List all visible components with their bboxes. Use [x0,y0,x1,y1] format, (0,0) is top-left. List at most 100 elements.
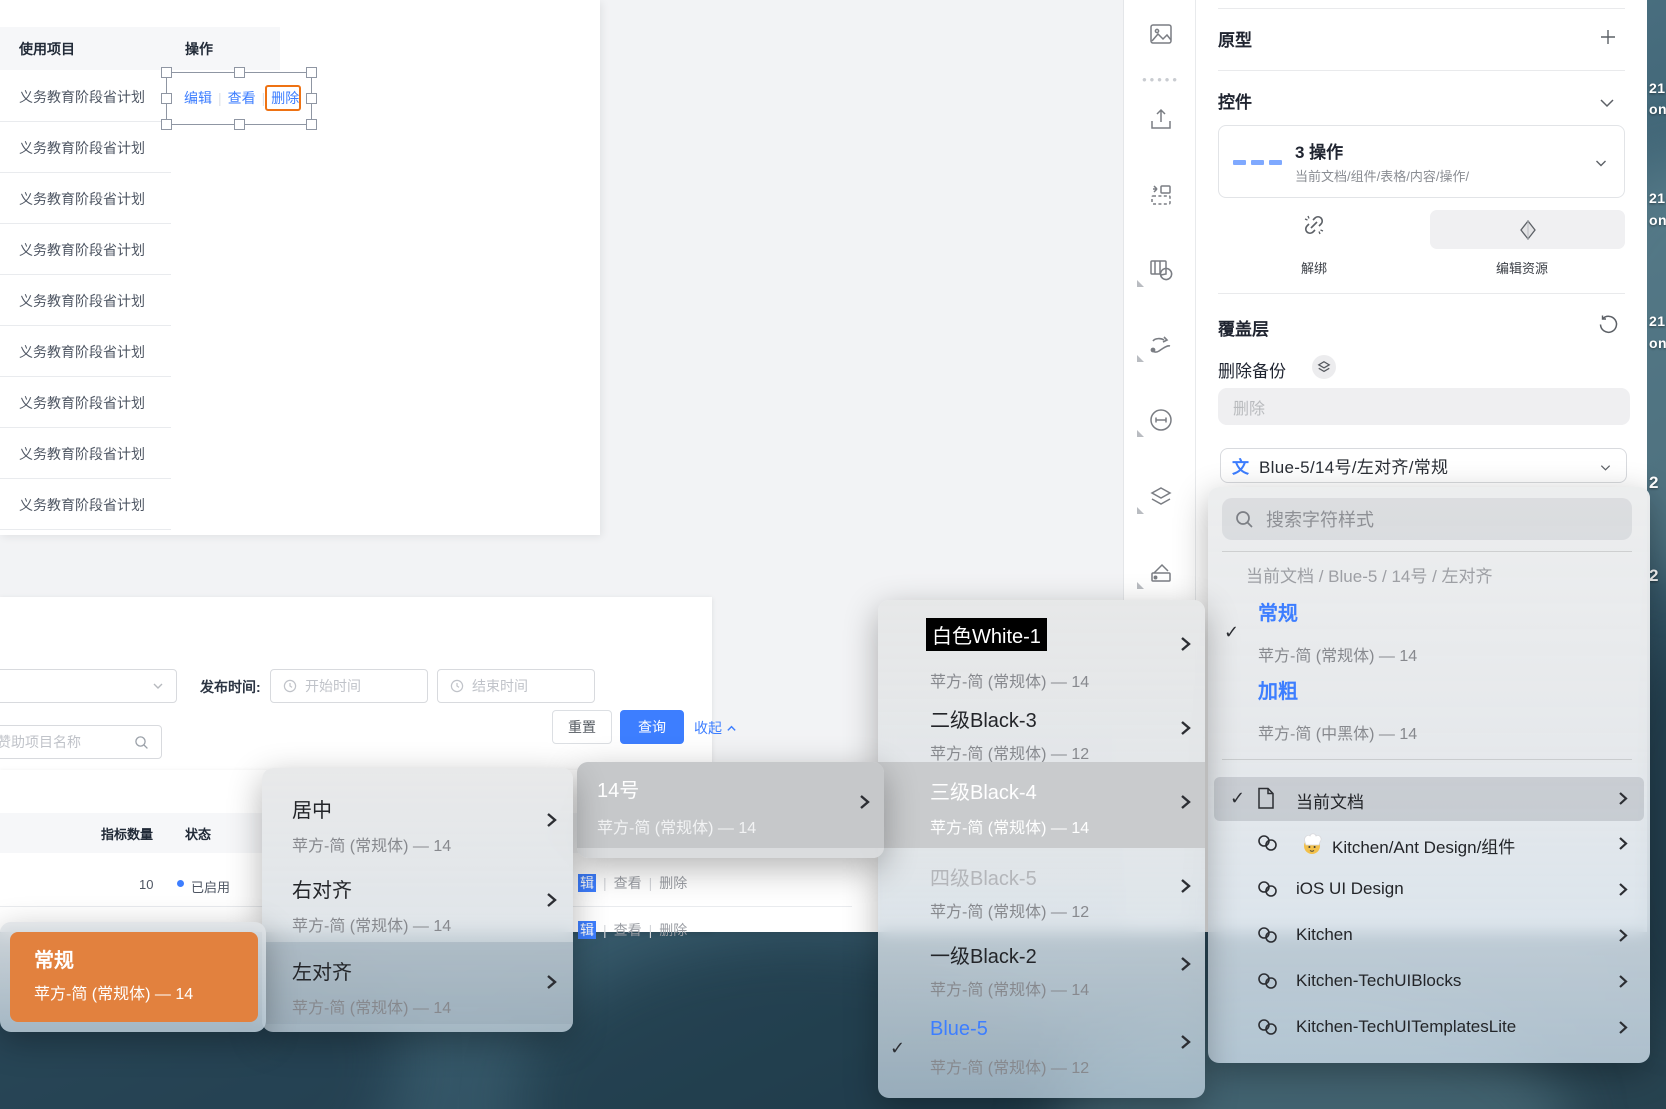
selection-handle[interactable] [234,119,245,130]
selection-handle[interactable] [161,93,172,104]
selection-rect[interactable] [166,72,312,125]
cell-project: 义务教育阶段省计划 [19,444,145,464]
filter-select[interactable] [0,669,177,703]
palette-tool[interactable] [1146,557,1176,587]
delete-backup-input[interactable]: 删除 [1218,388,1630,425]
controls-collapse-icon[interactable] [1598,94,1616,112]
chevron-right-icon [1177,792,1193,812]
menu-item-white-1[interactable]: 白色White-1 苹方-简 (常规体) — 14 [878,610,1205,687]
end-time-input[interactable]: 结束时间 [437,669,595,703]
library-item-ios-ui-design[interactable]: iOS UI Design [1214,868,1644,912]
delete-link[interactable]: 删除 [659,922,687,938]
table-row: 义务教育阶段省计划 [0,427,280,478]
slice-tool[interactable] [1146,180,1176,210]
add-prototype-icon[interactable] [1598,27,1618,47]
menu-item-14[interactable]: 14号 苹方-简 (常规体) — 14 [577,762,884,848]
style-search-input[interactable]: 搜索字符样式 [1222,498,1632,540]
selection-handle[interactable] [306,119,317,130]
menu-item-right[interactable]: 右对齐 苹方-简 (常规体) — 14 [262,860,573,942]
image-tool[interactable] [1146,19,1176,49]
menu-item-sub: 苹方-简 (常规体) — 14 [292,912,451,936]
publish-time-label: 发布时间: [200,677,261,697]
table-row: 义务教育阶段省计划 [0,376,280,427]
selected-text-char: 辑 [578,921,596,939]
chevron-right-icon [543,810,559,830]
menu-item-blue-5[interactable]: ✓ Blue-5 苹方-简 (常规体) — 12 [878,1010,1205,1087]
chevron-down-icon [152,680,164,692]
project-name-input[interactable]: 赞助项目名称 [0,725,162,759]
menu-item-center[interactable]: 居中 苹方-简 (常规体) — 14 [262,780,573,862]
menu-item-black-5[interactable]: 四级Black-5 苹方-简 (常规体) — 12 [878,854,1205,931]
menu-item-title: 四级Black-5 [930,862,1037,891]
edit-resource-button[interactable] [1430,210,1625,249]
desktop-text-fragment: on [1649,212,1666,228]
color-style-menu: 白色White-1 苹方-简 (常规体) — 14 二级Black-3 苹方-简… [878,600,1205,1098]
table-header-row: 使用项目 操作 [0,27,280,70]
unbind-label: 解绑 [1301,258,1327,277]
menu-item-title: 居中 [292,794,332,823]
reset-button[interactable]: 重置 [552,710,612,744]
query-button[interactable]: 查询 [620,710,684,744]
style-option-sub: 苹方-简 (中黑体) — 14 [1258,720,1417,744]
chart-component-tool[interactable] [1146,255,1176,285]
start-time-input[interactable]: 开始时间 [270,669,428,703]
text-align-menu: 居中 苹方-简 (常规体) — 14 右对齐 苹方-简 (常规体) — 14 左… [262,768,573,1032]
desktop-text-fragment: on [1649,101,1666,117]
collapse-link[interactable]: 收起 [694,718,737,738]
component-title: 3 操作 [1295,138,1343,163]
chevron-right-icon [1177,954,1193,974]
layers-tool[interactable] [1146,482,1176,512]
selection-handle[interactable] [161,119,172,130]
library-item-kitchen-techuiblocks[interactable]: Kitchen-TechUIBlocks [1214,960,1644,1004]
library-item-kitchen[interactable]: Kitchen [1214,914,1644,958]
cell-project: 义务教育阶段省计划 [19,291,145,311]
layers-badge-icon[interactable] [1312,355,1336,379]
view-link[interactable]: 查看 [614,922,642,938]
library-item-kitchen-ant-design[interactable]: Kitchen/Ant Design/组件 [1214,822,1644,866]
selection-handle[interactable] [161,67,172,78]
text-style-select[interactable]: 文 Blue-5/14号/左对齐/常规 [1220,448,1627,483]
library-label: Kitchen/Ant Design/组件 [1332,833,1515,858]
view-link[interactable]: 查看 [614,875,642,891]
reset-icon[interactable] [1596,313,1620,337]
menu-item-sub: 苹方-简 (常规体) — 14 [597,814,756,838]
column-header-count: 指标数量 [101,824,153,843]
selection-handle[interactable] [234,67,245,78]
delete-backup-label: 删除备份 [1218,357,1286,382]
component-card[interactable]: 3 操作 当前文档/组件/表格/内容/操作/ [1218,125,1625,198]
menu-item-black-2[interactable]: 一级Black-2 苹方-简 (常规体) — 14 [878,932,1205,1009]
link-icon [1256,832,1280,854]
library-item-current-document[interactable]: ✓ 当前文档 [1214,777,1644,821]
menu-item-regular-selected[interactable]: 常规 苹方-简 (常规体) — 14 [10,932,258,1022]
desktop-text-fragment: 2 [1649,473,1659,493]
unbind-icon[interactable] [1301,212,1327,238]
selection-handle[interactable] [306,93,317,104]
chevron-right-icon [856,792,872,812]
cell-project: 义务教育阶段省计划 [19,189,145,209]
delete-link[interactable]: 删除 [659,875,687,891]
column-header-project: 使用项目 [19,39,169,59]
chevron-right-icon [1177,634,1193,654]
selection-handle[interactable] [306,67,317,78]
diamond-icon [1517,219,1539,241]
text-width-tool[interactable] [1146,405,1176,435]
selected-text-char: 辑 [578,874,596,892]
connector-tool[interactable] [1146,330,1176,360]
menu-item-sub: 苹方-简 (常规体) — 12 [930,1054,1089,1078]
library-item-kitchen-techuitemplateslite[interactable]: Kitchen-TechUITemplatesLite [1214,1006,1644,1050]
more-tools-handle[interactable]: ••••• [1146,64,1176,94]
menu-item-black-4[interactable]: 三级Black-4 苹方-简 (常规体) — 14 [878,762,1205,848]
chevron-down-icon [1594,156,1608,170]
row-action-links: 辑|查看|删除 [578,873,687,893]
submenu-indicator [1137,430,1144,437]
overlay-section-title: 覆盖层 [1218,315,1269,340]
end-time-placeholder: 结束时间 [472,676,528,696]
menu-item-sub: 苹方-简 (常规体) — 12 [930,740,1089,764]
menu-item-left[interactable]: 左对齐 苹方-简 (常规体) — 14 [262,942,573,1024]
export-tool[interactable] [1146,105,1176,135]
menu-item-title: 三级Black-4 [930,776,1037,805]
cell-project: 义务教育阶段省计划 [19,393,145,413]
library-label: Kitchen-TechUIBlocks [1296,971,1461,991]
screen: 21- on 21- on 21- on 2 2 使用项目 操作 义务教育阶段省… [0,0,1666,1109]
column-header-ops: 操作 [185,39,213,59]
